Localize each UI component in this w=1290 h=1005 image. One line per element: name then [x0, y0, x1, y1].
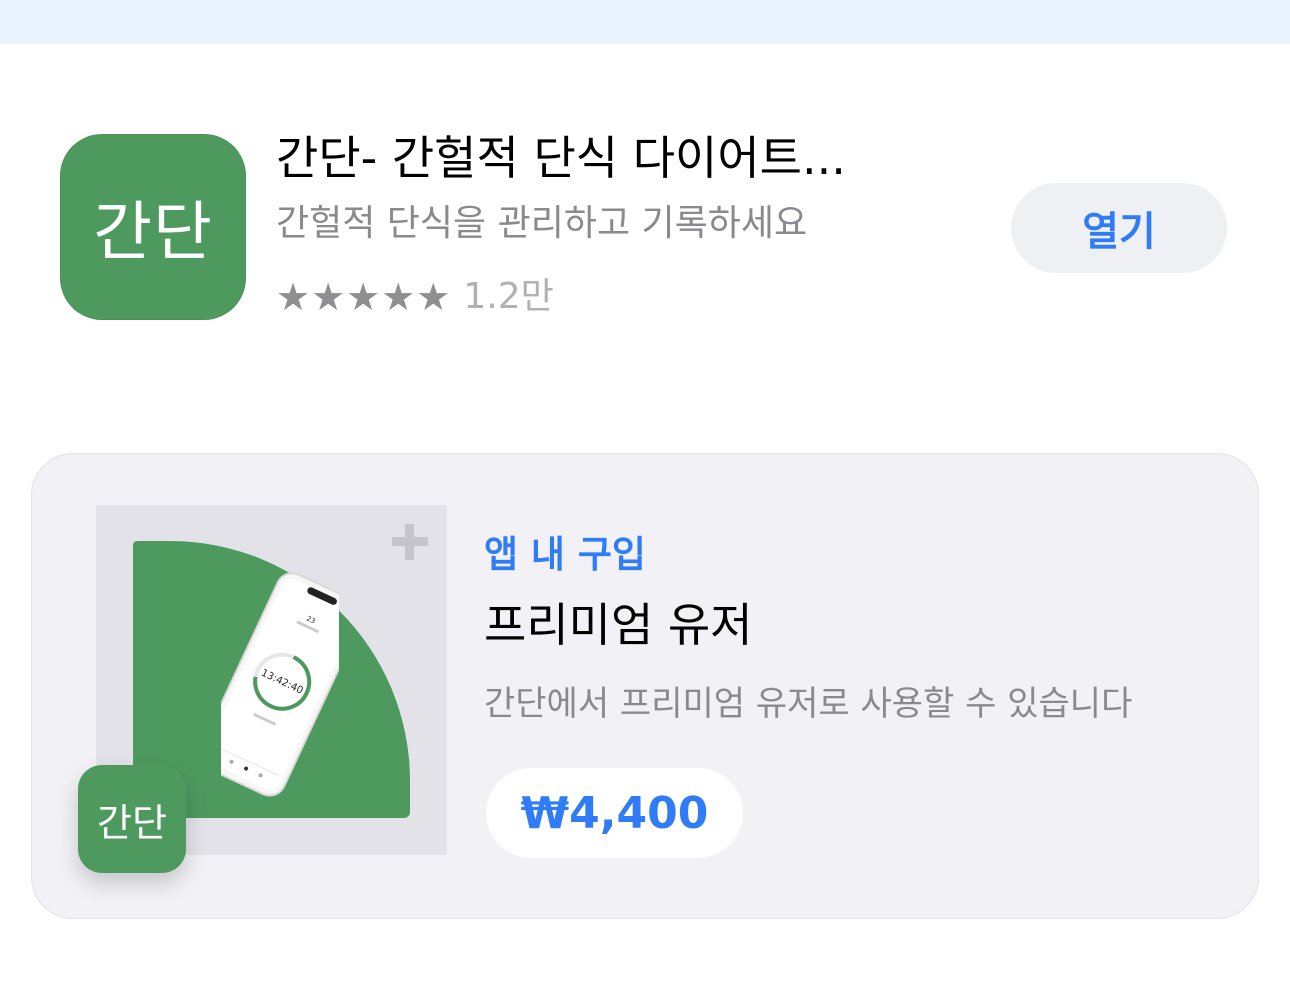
app-title[interactable]: 간단- 간헐적 단식 다이어트...	[276, 128, 976, 188]
rating-row: ★★★★★ 1.2만	[276, 272, 554, 322]
phone-mockup-image: 23 13:42:40	[221, 572, 339, 797]
iap-description: 간단에서 프리미엄 유저로 사용할 수 있습니다	[484, 684, 1133, 724]
open-button[interactable]: 열기	[1011, 183, 1227, 273]
iap-title: 프리미엄 유저	[484, 598, 753, 652]
iap-kicker-label: 앱 내 구입	[484, 533, 646, 576]
iap-app-icon: 간단	[78, 765, 186, 873]
rating-stars-icon: ★★★★★	[276, 275, 452, 319]
plus-icon	[390, 522, 430, 562]
app-subtitle: 간헐적 단식을 관리하고 기록하세요	[276, 203, 808, 244]
app-icon-text: 간단	[93, 196, 213, 270]
app-icon[interactable]: 간단	[60, 134, 246, 320]
rating-count: 1.2만	[463, 276, 554, 317]
top-strip	[0, 0, 1290, 44]
price-button[interactable]: ₩4,400	[486, 768, 743, 858]
iap-app-icon-text: 간단	[97, 800, 167, 845]
